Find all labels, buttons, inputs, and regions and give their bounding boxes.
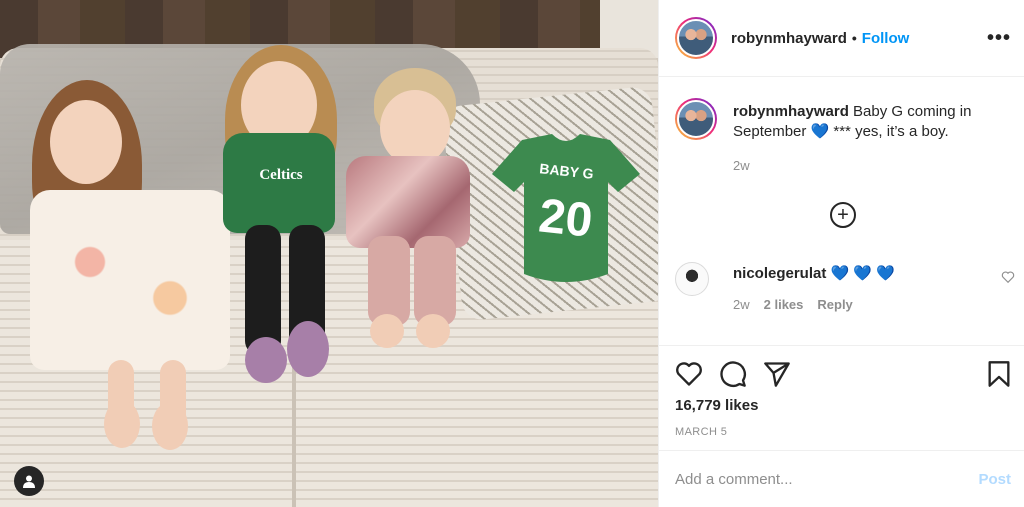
commenter-avatar[interactable]: [675, 262, 709, 296]
author-username[interactable]: robynmhayward: [731, 30, 847, 47]
heart-icon[interactable]: [675, 360, 703, 388]
caption-username[interactable]: robynmhayward: [733, 103, 849, 120]
comment-item: nicolegerulat 💙 💙 💙 2w 2 likes Reply: [675, 262, 1015, 332]
post-photo[interactable]: BABY G 20 Celtics: [0, 0, 658, 507]
comment-text: 💙 💙 💙: [830, 265, 895, 282]
caption-avatar[interactable]: [675, 98, 717, 140]
more-icon[interactable]: •••: [987, 28, 1011, 48]
comment-icon[interactable]: [719, 360, 747, 388]
likes-count[interactable]: 16,779 likes: [675, 397, 758, 414]
jersey-line2: 20: [536, 189, 595, 247]
comment-text-block: nicolegerulat 💙 💙 💙: [733, 264, 895, 282]
caption-text-block: robynmhayward Baby G coming in September…: [733, 102, 1013, 142]
comment-meta: 2w 2 likes Reply: [733, 297, 853, 312]
paper-plane-icon[interactable]: [763, 360, 791, 388]
add-comment-bar: Post: [659, 450, 1024, 507]
author-avatar[interactable]: [675, 17, 717, 59]
child-right: [340, 68, 480, 358]
post-header: robynmhayward • Follow •••: [659, 0, 1024, 77]
action-bar: 16,779 likes MARCH 5: [659, 345, 1024, 450]
baby-jersey: BABY G 20: [492, 134, 640, 282]
post-side-panel: robynmhayward • Follow ••• robynmhayward…: [658, 0, 1024, 507]
comment-username[interactable]: nicolegerulat: [733, 265, 826, 282]
comment-timestamp[interactable]: 2w: [733, 297, 750, 312]
follow-button[interactable]: Follow: [862, 30, 910, 47]
post-date[interactable]: MARCH 5: [675, 426, 727, 438]
user-tag-icon[interactable]: [14, 466, 44, 496]
bookmark-icon[interactable]: [985, 360, 1013, 388]
comment-heart-icon[interactable]: [1001, 270, 1015, 284]
post-comment-button[interactable]: Post: [978, 471, 1011, 488]
comment-likes[interactable]: 2 likes: [764, 297, 804, 312]
child-middle: Celtics: [215, 45, 355, 390]
header-separator: •: [851, 30, 857, 46]
caption-timestamp[interactable]: 2w: [733, 158, 750, 173]
plus-circle-icon[interactable]: +: [830, 202, 856, 228]
child-left: [20, 80, 240, 460]
shirt-text: Celtics: [259, 167, 303, 183]
add-comment-input[interactable]: [675, 463, 955, 495]
reply-button[interactable]: Reply: [817, 297, 852, 312]
